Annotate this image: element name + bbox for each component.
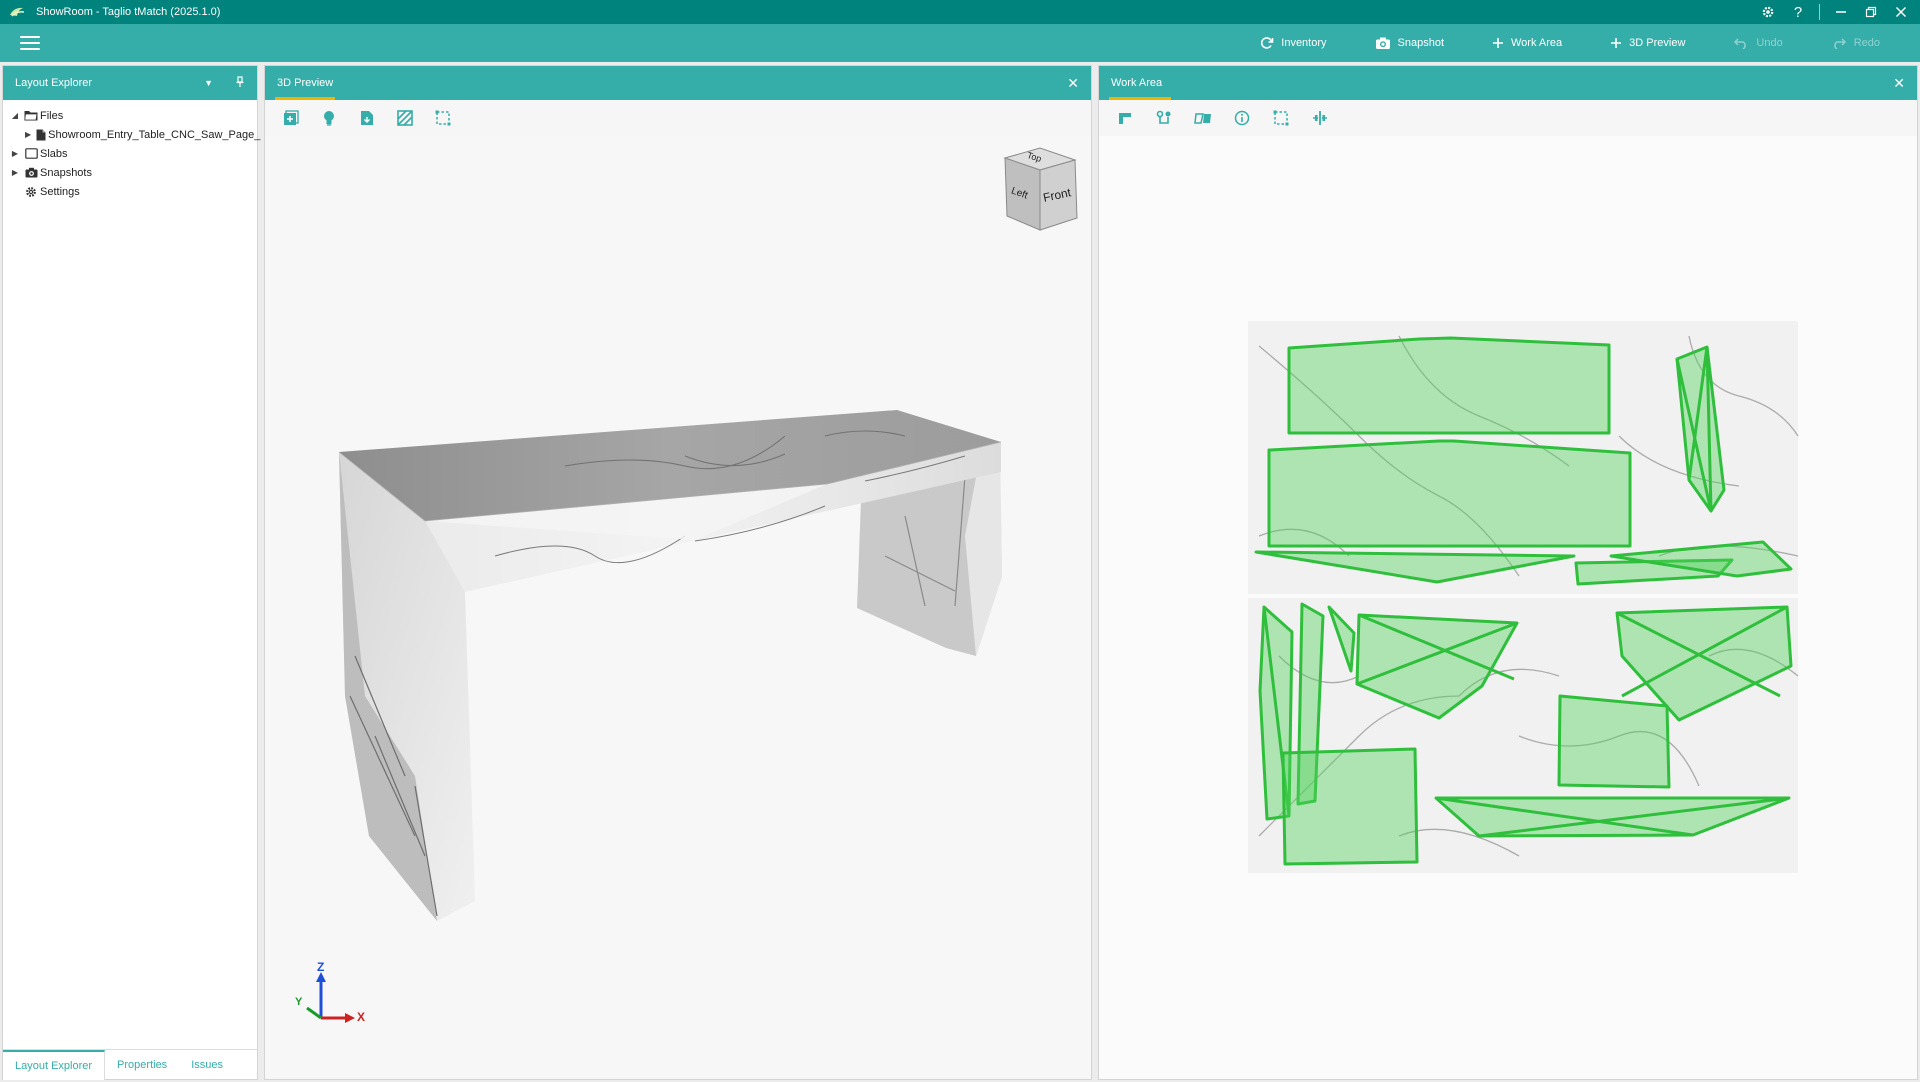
layout-explorer-panel: Layout Explorer ▼ ◢ Files ▶ Showroom_Ent… bbox=[2, 65, 261, 1080]
axis-y-label: Y bbox=[295, 996, 303, 1008]
help-icon[interactable]: ? bbox=[1783, 0, 1813, 24]
tree-item-file[interactable]: ▶ Showroom_Entry_Table_CNC_Saw_Page_ bbox=[3, 125, 261, 144]
collapsed-arrow-icon[interactable]: ▶ bbox=[11, 168, 19, 177]
explorer-bottom-tabs: Layout Explorer Properties Issues bbox=[3, 1049, 257, 1080]
window-title: ShowRoom - Taglio tMatch (2025.1.0) bbox=[36, 6, 221, 18]
corner-icon[interactable] bbox=[1115, 108, 1135, 128]
info-icon[interactable] bbox=[1232, 108, 1252, 128]
light-icon[interactable] bbox=[319, 108, 339, 128]
undo-label: Undo bbox=[1756, 37, 1783, 49]
minimize-icon[interactable] bbox=[1826, 0, 1856, 24]
active-tab-indicator bbox=[1109, 97, 1171, 100]
menu-icon[interactable] bbox=[20, 36, 40, 50]
tree-item-settings[interactable]: Settings bbox=[3, 182, 257, 201]
layout-tree: ◢ Files ▶ Showroom_Entry_Table_CNC_Saw_P… bbox=[3, 100, 261, 201]
split-icon[interactable] bbox=[1310, 108, 1330, 128]
cut-piece bbox=[1267, 439, 1632, 548]
slab-layout bbox=[1248, 321, 1799, 873]
3d-preview-button[interactable]: 3D Preview bbox=[1586, 24, 1709, 62]
table-3d-model bbox=[338, 410, 1002, 921]
3d-preview-title: 3D Preview bbox=[277, 77, 334, 89]
undo-icon bbox=[1734, 38, 1747, 49]
collapsed-arrow-icon[interactable]: ▶ bbox=[25, 130, 31, 139]
undo-button[interactable]: Undo bbox=[1709, 24, 1806, 62]
tab-properties[interactable]: Properties bbox=[105, 1050, 179, 1080]
gear-icon bbox=[24, 186, 38, 198]
work-area-header: Work Area ✕ bbox=[1099, 66, 1917, 100]
slab-icon bbox=[24, 148, 38, 160]
work-area-button[interactable]: Work Area bbox=[1468, 24, 1586, 62]
plus-icon bbox=[1493, 38, 1503, 48]
snapshot-button[interactable]: Snapshot bbox=[1351, 24, 1468, 62]
close-icon[interactable] bbox=[1886, 0, 1916, 24]
tree-item-slabs[interactable]: ▶ Slabs bbox=[3, 144, 257, 163]
layout-explorer-title: Layout Explorer bbox=[15, 77, 93, 89]
toolbar-actions: Inventory Snapshot Work Area 3D Preview … bbox=[1236, 24, 1904, 62]
3d-preview-label: 3D Preview bbox=[1629, 37, 1686, 49]
selection-icon[interactable] bbox=[1271, 108, 1291, 128]
view-cube[interactable]: Top Left Front bbox=[995, 146, 1085, 236]
work-area-title: Work Area bbox=[1111, 77, 1163, 89]
tree-item-label: Slabs bbox=[40, 147, 68, 160]
redo-label: Redo bbox=[1853, 37, 1880, 49]
cut-piece bbox=[1281, 747, 1419, 866]
tab-issues[interactable]: Issues bbox=[179, 1050, 235, 1080]
tree-item-snapshots[interactable]: ▶ Snapshots bbox=[3, 163, 257, 182]
inventory-label: Inventory bbox=[1281, 37, 1327, 49]
selection-icon[interactable] bbox=[433, 108, 453, 128]
work-area-toolbar bbox=[1099, 100, 1917, 136]
tree-item-files[interactable]: ◢ Files bbox=[3, 106, 257, 125]
axes-gizmo: Z X Y bbox=[285, 960, 375, 1038]
axis-z-label: Z bbox=[317, 960, 325, 974]
work-area-panel: Work Area ✕ bbox=[1098, 65, 1918, 1080]
add-view-icon[interactable] bbox=[281, 108, 301, 128]
collapsed-arrow-icon[interactable]: ▶ bbox=[11, 149, 19, 158]
flip-icon[interactable] bbox=[1193, 108, 1213, 128]
gear-icon[interactable] bbox=[1753, 0, 1783, 24]
work-area-canvas[interactable] bbox=[1099, 136, 1917, 1079]
plus-icon bbox=[1611, 38, 1622, 48]
3d-preview-header: 3D Preview ✕ bbox=[265, 66, 1091, 100]
3d-preview-panel: 3D Preview ✕ Top Left Front Z X Y bbox=[264, 65, 1092, 1080]
3d-viewport[interactable]: Top Left Front Z X Y bbox=[265, 136, 1091, 1079]
app-logo-icon bbox=[10, 7, 25, 17]
texture-icon[interactable] bbox=[395, 108, 415, 128]
tree-item-label: Showroom_Entry_Table_CNC_Saw_Page_ bbox=[48, 128, 261, 141]
restore-icon[interactable] bbox=[1856, 0, 1886, 24]
tree-item-label: Files bbox=[40, 109, 64, 122]
main-toolbar: Inventory Snapshot Work Area 3D Preview … bbox=[0, 24, 1920, 62]
axis-x-label: X bbox=[357, 1010, 366, 1024]
layout-explorer-header: Layout Explorer ▼ bbox=[3, 66, 257, 100]
redo-icon bbox=[1833, 38, 1846, 49]
camera-icon bbox=[24, 167, 38, 179]
titlebar-divider bbox=[1819, 4, 1820, 20]
redo-button[interactable]: Redo bbox=[1807, 24, 1904, 62]
chevron-down-icon[interactable]: ▼ bbox=[204, 78, 213, 88]
export-icon[interactable] bbox=[357, 108, 377, 128]
work-area-label: Work Area bbox=[1511, 37, 1563, 49]
folder-icon bbox=[24, 110, 38, 122]
close-icon[interactable]: ✕ bbox=[1067, 76, 1079, 90]
snapshot-label: Snapshot bbox=[1397, 37, 1444, 49]
close-icon[interactable]: ✕ bbox=[1893, 76, 1905, 90]
active-tab-indicator bbox=[275, 97, 335, 100]
pin-icon[interactable] bbox=[235, 75, 245, 91]
camera-icon bbox=[1375, 37, 1390, 49]
tab-layout-explorer[interactable]: Layout Explorer bbox=[3, 1049, 106, 1080]
tree-item-label: Snapshots bbox=[40, 166, 92, 179]
tree-item-label: Settings bbox=[40, 185, 80, 198]
cut-piece bbox=[1287, 336, 1611, 435]
refresh-icon bbox=[1261, 37, 1274, 49]
file-icon bbox=[36, 129, 46, 141]
3d-preview-toolbar bbox=[265, 100, 1091, 136]
title-bar: ShowRoom - Taglio tMatch (2025.1.0) ? bbox=[0, 0, 1920, 24]
cut-piece bbox=[1557, 694, 1671, 789]
nesting-icon[interactable] bbox=[1154, 108, 1174, 128]
inventory-button[interactable]: Inventory bbox=[1236, 24, 1350, 62]
expanded-arrow-icon[interactable]: ◢ bbox=[11, 111, 19, 120]
